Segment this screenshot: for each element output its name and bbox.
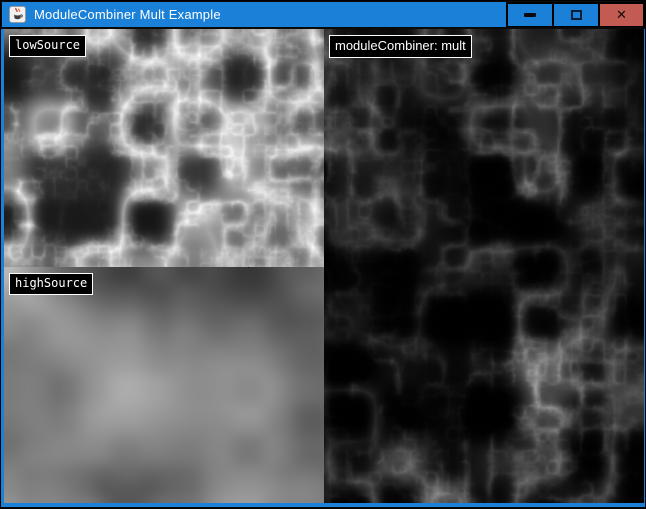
close-button[interactable]: ✕ [600, 4, 643, 26]
highsource-label: highSource [9, 273, 93, 295]
lowsource-noise-canvas [4, 29, 324, 267]
highsource-noise-canvas [4, 267, 324, 503]
app-window: ModuleCombiner Mult Example ✕ lowSource … [0, 0, 646, 509]
lowsource-label: lowSource [9, 35, 86, 57]
minimize-button[interactable] [508, 4, 552, 26]
modulecombiner-mult-noise-canvas [324, 29, 644, 503]
modulecombiner-mult-label: moduleCombiner: mult [329, 35, 472, 58]
minimize-icon [524, 13, 536, 17]
window-title: ModuleCombiner Mult Example [34, 7, 221, 22]
maximize-icon [571, 10, 582, 20]
panel-lowsource: lowSource [4, 29, 324, 267]
java-coffee-cup-icon [9, 6, 26, 23]
close-icon: ✕ [616, 9, 627, 22]
maximize-button[interactable] [554, 4, 598, 26]
content-area: lowSource highSource moduleCombiner: mul… [1, 29, 646, 507]
titlebar[interactable]: ModuleCombiner Mult Example ✕ [2, 2, 646, 27]
panel-highsource: highSource [4, 267, 324, 503]
panel-modulecombiner-mult: moduleCombiner: mult [324, 29, 644, 503]
window-controls: ✕ [506, 2, 645, 27]
